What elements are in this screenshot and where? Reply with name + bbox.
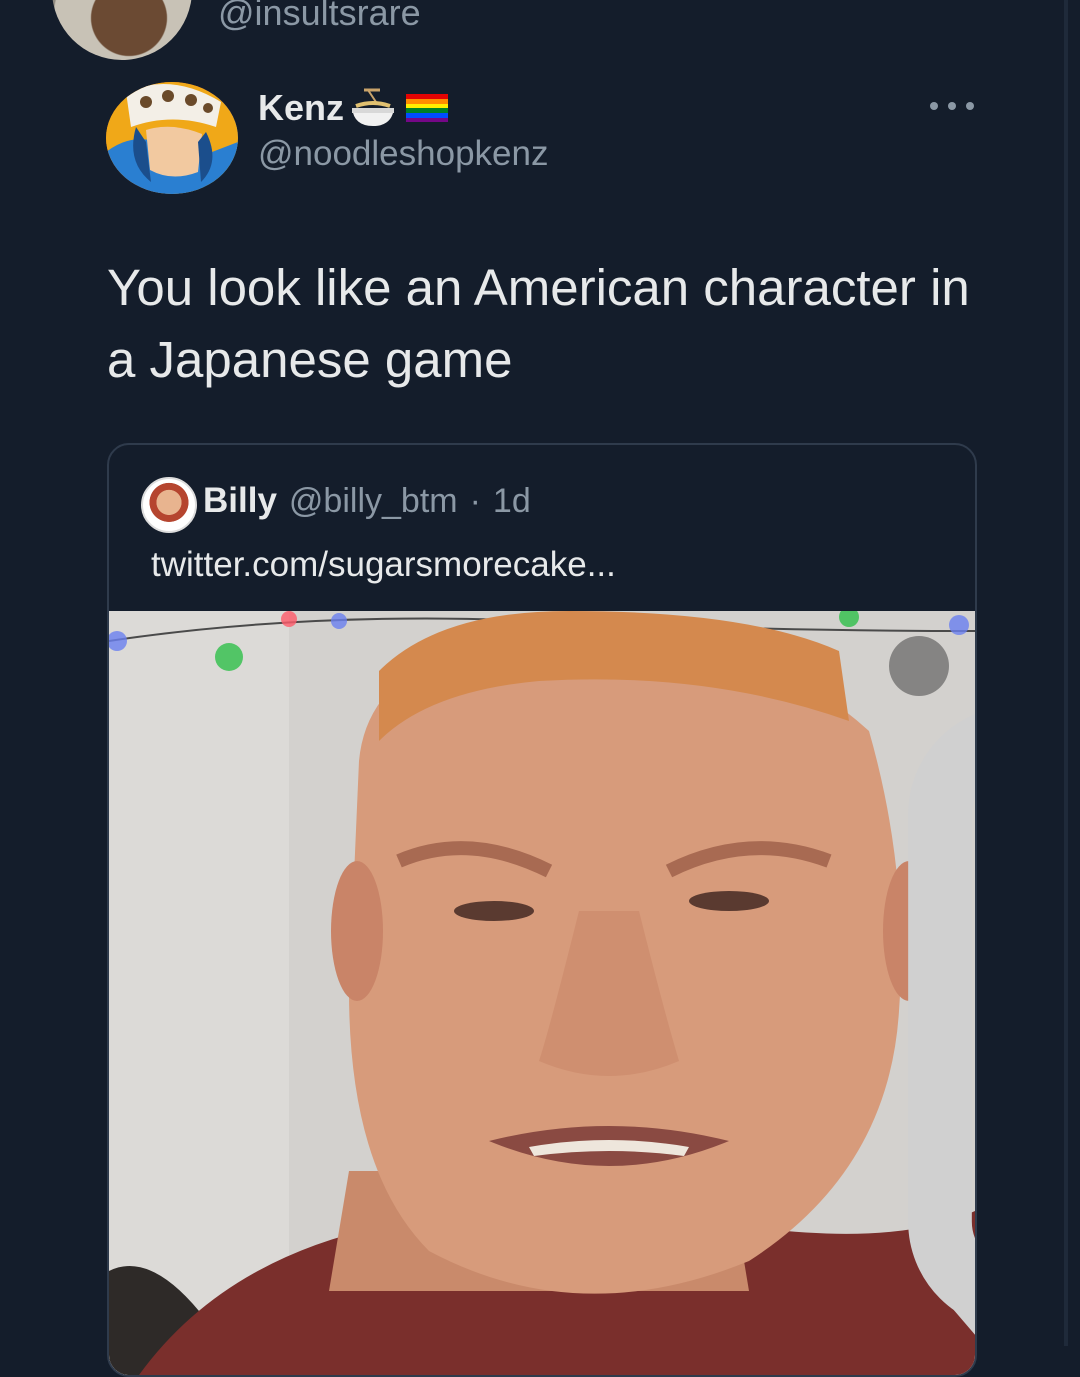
author-name[interactable]: Kenz: [258, 87, 344, 129]
quoted-tweet-card[interactable]: Billy @billy_btm · 1d twitter.com/sugars…: [107, 443, 977, 1377]
video-player[interactable]: [109, 611, 975, 1375]
quoted-tweet-header: Billy @billy_btm · 1d: [203, 481, 531, 521]
tweet-text: You look like an American character in a…: [107, 259, 970, 388]
author-name-row[interactable]: Kenz: [258, 86, 449, 130]
rainbow-flag-icon: [406, 94, 449, 122]
previous-author-avatar[interactable]: [52, 0, 192, 60]
quoted-tweet-link[interactable]: twitter.com/sugarsmorecake...: [151, 545, 616, 585]
previous-author-handle[interactable]: @insultsrare: [218, 0, 421, 34]
quoted-author-name[interactable]: Billy: [203, 481, 277, 521]
more-options-icon[interactable]: [930, 92, 974, 120]
meta-separator: ·: [469, 482, 481, 520]
quoted-author-handle[interactable]: @billy_btm: [289, 482, 458, 521]
ramen-bowl-icon: [350, 88, 396, 128]
scroll-track: [1064, 0, 1068, 1346]
author-handle[interactable]: @noodleshopkenz: [258, 134, 548, 174]
quoted-tweet-age[interactable]: 1d: [493, 482, 531, 521]
quoted-author-avatar[interactable]: [141, 477, 197, 533]
closed-captions-button[interactable]: [889, 636, 975, 1335]
video-frame: [109, 611, 975, 1375]
author-avatar[interactable]: [106, 82, 238, 194]
captions-icon: [908, 714, 975, 1335]
